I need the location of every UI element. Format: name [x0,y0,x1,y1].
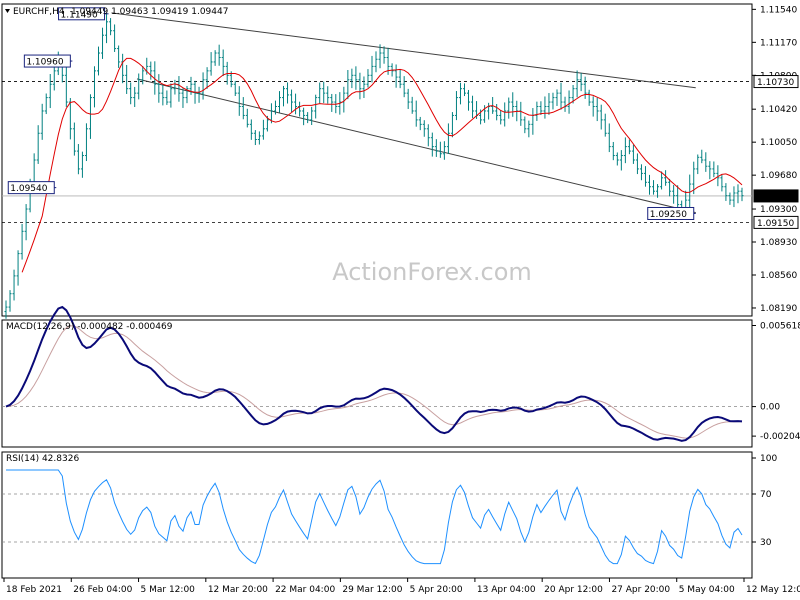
price-axis-label-text: 1.09150 [757,219,794,229]
x-tick-label: 27 Apr 20:00 [611,585,670,595]
x-tick-label: 5 Apr 20:00 [410,585,463,595]
rsi-y-tick-label: 70 [760,490,772,500]
macd-title: MACD(12,26,9) -0.000482 -0.000469 [6,322,173,332]
price-axis-label: 1.10730 [753,75,799,89]
rsi-title: RSI(14) 42.8326 [6,454,79,464]
price-axis-label-text: 1.09447 [757,192,794,202]
rsi-y-tick-label: 30 [760,538,772,548]
watermark: ActionForex.com [332,258,532,286]
main-y-tick-label: 1.11170 [760,38,797,48]
price-callout-label: 1.09250 [650,210,687,220]
x-tick-label: 18 Feb 2021 [6,585,62,595]
main-y-tick-label: 1.08190 [760,304,797,314]
x-tick-label: 13 Apr 04:00 [477,585,536,595]
watermark-layer: ActionForex.com [332,258,532,286]
chart: ActionForex.com 1.115401.111701.108001.1… [0,0,800,600]
main-y-tick-label: 1.09300 [760,205,797,215]
price-axis-label: 1.09447 [753,189,799,203]
x-tick-label: 5 May 04:00 [679,585,735,595]
price-callout-label: 1.09540 [10,184,47,194]
x-tick-label: 5 Mar 12:00 [141,585,196,595]
macd-y-tick-label: 0.005618 [760,322,800,332]
x-tick-label: 29 Mar 12:00 [342,585,402,595]
x-tick-label: 12 May 12:00 [746,585,800,595]
price-callout: 1.10960 [23,54,73,68]
main-y-tick-label: 1.11540 [760,5,797,15]
main-y-tick-label: 1.09680 [760,171,797,181]
x-tick-label: 26 Feb 04:00 [73,585,132,595]
main-y-tick-label: 1.08560 [760,271,797,281]
main-y-tick-label: 1.08930 [760,238,797,248]
macd-y-tick-label: -0.002046 [760,432,800,442]
main-y-tick-label: 1.10420 [760,105,797,115]
price-axis-label-text: 1.10730 [757,78,794,88]
x-tick-label: 20 Apr 12:00 [544,585,603,595]
chart-background [0,0,800,600]
price-axis-label: 1.09150 [753,215,799,229]
price-callout: 1.09540 [7,181,57,195]
rsi-y-tick-label: 100 [760,454,777,464]
price-callout-label: 1.10960 [26,58,63,68]
main-y-tick-label: 1.10050 [760,138,797,148]
x-tick-label: 22 Mar 04:00 [275,585,335,595]
x-tick-label: 12 Mar 20:00 [208,585,268,595]
macd-y-tick-label: 0.00 [760,403,780,413]
ohlc-readout: 1.09449 1.09463 1.09419 1.09447 [71,7,228,17]
price-callout: 1.09250 [647,206,696,220]
instrument-title: EURCHF,H4 [13,7,65,17]
